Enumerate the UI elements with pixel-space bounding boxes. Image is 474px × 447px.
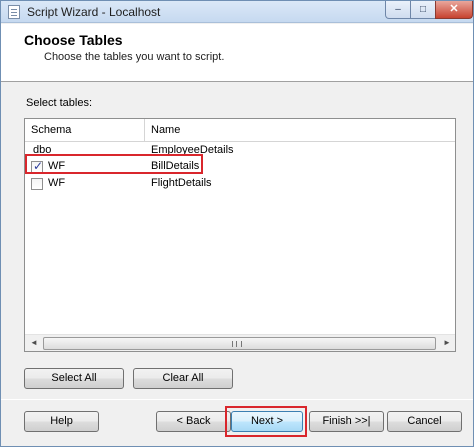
scrollbar-thumb[interactable]: [43, 337, 436, 350]
row-schema: WF: [48, 160, 66, 172]
help-button[interactable]: Help: [24, 411, 99, 432]
finish-button[interactable]: Finish >>|: [309, 411, 384, 432]
row-name: FlightDetails: [151, 177, 212, 189]
row-name: BillDetails: [151, 160, 200, 172]
grip-icon: [232, 341, 242, 347]
tables-grid[interactable]: Schema Name dbo EmployeeDetails WF BillD…: [24, 118, 456, 352]
page-title: Choose Tables: [24, 32, 123, 48]
table-row[interactable]: dbo EmployeeDetails: [25, 143, 455, 159]
table-row[interactable]: WF BillDetails: [25, 159, 455, 175]
next-button[interactable]: Next >: [231, 411, 303, 432]
scroll-right-icon[interactable]: ►: [443, 338, 451, 347]
close-button[interactable]: ✕: [435, 1, 473, 19]
table-row[interactable]: WF FlightDetails: [25, 176, 455, 192]
window-title: Script Wizard - Localhost: [27, 5, 161, 19]
maximize-button[interactable]: □: [410, 1, 436, 19]
horizontal-scrollbar[interactable]: ◄ ►: [25, 334, 455, 351]
column-divider[interactable]: [144, 119, 145, 141]
grid-header: Schema Name: [25, 119, 455, 142]
select-all-button[interactable]: Select All: [24, 368, 124, 389]
minimize-button[interactable]: –: [385, 1, 411, 19]
wizard-header: Choose Tables Choose the tables you want…: [1, 24, 473, 82]
title-bar[interactable]: Script Wizard - Localhost – □ ✕: [1, 1, 473, 23]
script-wizard-window: Script Wizard - Localhost – □ ✕ Choose T…: [0, 0, 474, 447]
document-icon: [8, 5, 20, 19]
cancel-button[interactable]: Cancel: [387, 411, 462, 432]
select-tables-label: Select tables:: [26, 97, 93, 109]
clear-all-button[interactable]: Clear All: [133, 368, 233, 389]
row-checkbox[interactable]: [31, 178, 43, 190]
row-checkbox[interactable]: [31, 159, 43, 173]
column-header-name[interactable]: Name: [151, 124, 180, 136]
page-subtitle: Choose the tables you want to script.: [44, 51, 225, 63]
column-header-schema[interactable]: Schema: [31, 124, 71, 136]
row-name: EmployeeDetails: [151, 144, 234, 156]
back-button[interactable]: < Back: [156, 411, 231, 432]
scroll-left-icon[interactable]: ◄: [30, 338, 38, 347]
row-schema: WF: [48, 177, 66, 189]
footer-divider: [1, 399, 473, 400]
row-schema: dbo: [33, 144, 52, 156]
